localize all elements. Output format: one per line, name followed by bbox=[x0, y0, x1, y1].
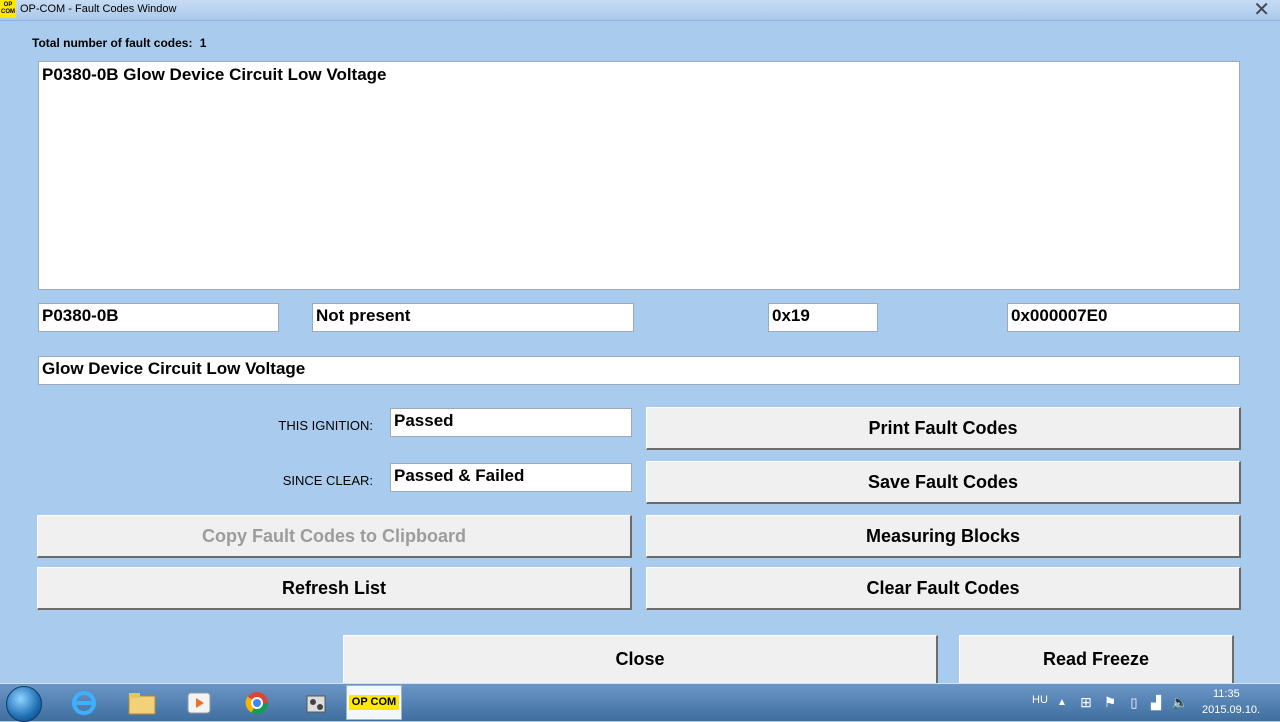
list-item[interactable]: P0380-0B Glow Device Circuit Low Voltage bbox=[42, 65, 1236, 85]
fault-count-value: 1 bbox=[199, 36, 207, 50]
since-clear-label: SINCE CLEAR: bbox=[282, 473, 373, 488]
fault-description-field[interactable]: Glow Device Circuit Low Voltage bbox=[38, 356, 1240, 385]
taskbar: OP COM HU ▲ ⊞ ⚑ ▯ ▟ 🔈 11:35 2015.09.10. bbox=[0, 683, 1280, 722]
fault-hex-field[interactable]: 0x19 bbox=[768, 303, 878, 332]
refresh-list-button[interactable]: Refresh List bbox=[37, 567, 632, 610]
clock-time[interactable]: 11:35 bbox=[1213, 688, 1240, 700]
opcom-app-icon: OP COM bbox=[0, 0, 16, 18]
language-indicator[interactable]: HU bbox=[1032, 694, 1048, 706]
fault-code-list[interactable]: P0380-0B Glow Device Circuit Low Voltage bbox=[38, 61, 1240, 290]
window-close-icon[interactable]: ✕ bbox=[1253, 0, 1270, 22]
save-fault-codes-button[interactable]: Save Fault Codes bbox=[646, 461, 1241, 504]
this-ignition-field[interactable]: Passed bbox=[390, 408, 632, 437]
clock-date[interactable]: 2015.09.10. bbox=[1202, 704, 1260, 716]
fault-count-label: Total number of fault codes: bbox=[32, 36, 193, 50]
clear-fault-codes-button[interactable]: Clear Fault Codes bbox=[646, 567, 1241, 610]
file-explorer-icon[interactable] bbox=[118, 686, 166, 719]
fault-count-row: Total number of fault codes: 1 bbox=[32, 36, 206, 50]
volume-icon[interactable]: 🔈 bbox=[1170, 686, 1190, 719]
print-fault-codes-button[interactable]: Print Fault Codes bbox=[646, 407, 1241, 450]
chrome-icon[interactable] bbox=[233, 686, 281, 719]
this-ignition-label: THIS IGNITION: bbox=[278, 418, 373, 433]
fault-address-field[interactable]: 0x000007E0 bbox=[1007, 303, 1240, 332]
fault-code-field[interactable]: P0380-0B bbox=[38, 303, 279, 332]
windows-start-icon[interactable] bbox=[6, 686, 42, 722]
window-title: OP-COM - Fault Codes Window bbox=[20, 3, 177, 15]
show-hidden-icons-icon[interactable]: ▲ bbox=[1052, 686, 1072, 719]
measuring-blocks-button[interactable]: Measuring Blocks bbox=[646, 515, 1241, 558]
close-button[interactable]: Close bbox=[343, 635, 938, 685]
fault-status-field[interactable]: Not present bbox=[312, 303, 634, 332]
battery-icon[interactable]: ▯ bbox=[1124, 686, 1144, 719]
since-clear-field[interactable]: Passed & Failed bbox=[390, 463, 632, 492]
read-freeze-button[interactable]: Read Freeze bbox=[959, 635, 1234, 685]
utility-app-icon[interactable] bbox=[292, 686, 340, 719]
internet-explorer-icon[interactable] bbox=[60, 686, 108, 719]
opcom-taskbar-button[interactable]: OP COM bbox=[346, 685, 402, 720]
network-signal-icon[interactable]: ▟ bbox=[1146, 686, 1166, 719]
opcom-taskbar-label: OP COM bbox=[348, 695, 400, 710]
copy-to-clipboard-button[interactable]: Copy Fault Codes to Clipboard bbox=[37, 515, 632, 558]
windows-flag-icon[interactable]: ⊞ bbox=[1076, 686, 1096, 719]
title-bar: OP COM OP-COM - Fault Codes Window ✕ bbox=[0, 0, 1280, 21]
media-player-icon[interactable] bbox=[175, 686, 223, 719]
action-center-flag-icon[interactable]: ⚑ bbox=[1100, 686, 1120, 719]
